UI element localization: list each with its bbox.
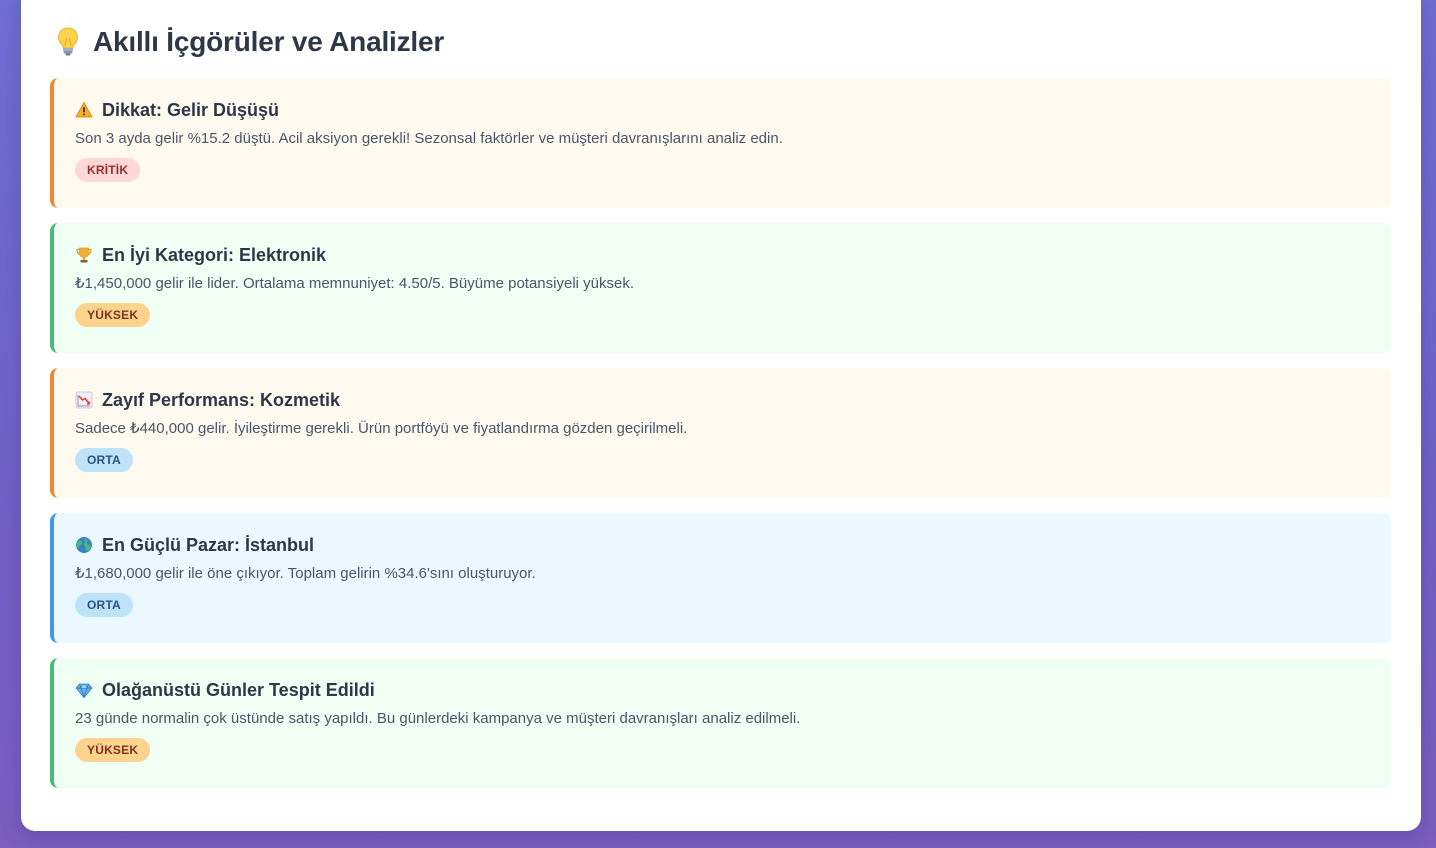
insight-card-header: En İyi Kategori: Elektronik <box>75 241 1371 269</box>
insight-card-weak-performance: Zayıf Performans: Kozmetik Sadece ₺440,0… <box>50 368 1391 498</box>
chart-decreasing-icon <box>75 391 93 409</box>
insight-card-top-category: En İyi Kategori: Elektronik ₺1,450,000 g… <box>50 223 1391 353</box>
insight-card-outstanding-days: Olağanüstü Günler Tespit Edildi 23 günde… <box>50 658 1391 788</box>
priority-badge: YÜKSEK <box>75 738 151 762</box>
lightbulb-icon <box>57 27 79 56</box>
insight-card-header: Dikkat: Gelir Düşüşü <box>75 96 1371 124</box>
insight-card-header: En Güçlü Pazar: İstanbul <box>75 531 1371 559</box>
insight-list: Dikkat: Gelir Düşüşü Son 3 ayda gelir %1… <box>50 78 1391 803</box>
priority-badge: YÜKSEK <box>75 303 151 327</box>
insight-card-revenue-drop: Dikkat: Gelir Düşüşü Son 3 ayda gelir %1… <box>50 78 1391 208</box>
gem-icon <box>75 683 93 699</box>
insight-description: Sadece ₺440,000 gelir. İyileştirme gerek… <box>75 420 688 437</box>
priority-badge: ORTA <box>75 448 133 472</box>
insights-panel: Akıllı İçgörüler ve Analizler Dikkat: Ge… <box>21 0 1421 831</box>
insight-card-strongest-market: En Güçlü Pazar: İstanbul ₺1,680,000 geli… <box>50 513 1391 643</box>
insight-title: En İyi Kategori: Elektronik <box>102 244 327 265</box>
panel-header: Akıllı İçgörüler ve Analizler <box>57 24 444 60</box>
priority-badge: KRİTİK <box>75 158 141 182</box>
insight-description: ₺1,450,000 gelir ile lider. Ortalama mem… <box>75 275 634 292</box>
insight-title: En Güçlü Pazar: İstanbul <box>102 534 315 555</box>
insight-card-header: Olağanüstü Günler Tespit Edildi <box>75 676 1371 704</box>
insight-title: Zayıf Performans: Kozmetik <box>102 389 341 410</box>
insight-card-header: Zayıf Performans: Kozmetik <box>75 386 1371 414</box>
warning-icon <box>75 102 93 118</box>
insight-description: 23 günde normalin çok üstünde satış yapı… <box>75 710 801 727</box>
page-title: Akıllı İçgörüler ve Analizler <box>93 26 445 57</box>
insight-description: Son 3 ayda gelir %15.2 düştü. Acil aksiy… <box>75 130 783 147</box>
insight-title: Olağanüstü Günler Tespit Edildi <box>102 679 375 700</box>
insight-title: Dikkat: Gelir Düşüşü <box>102 99 280 120</box>
globe-icon <box>76 537 92 553</box>
priority-badge: ORTA <box>75 593 133 617</box>
insight-description: ₺1,680,000 gelir ile öne çıkıyor. Toplam… <box>75 565 536 582</box>
trophy-icon <box>76 247 92 263</box>
